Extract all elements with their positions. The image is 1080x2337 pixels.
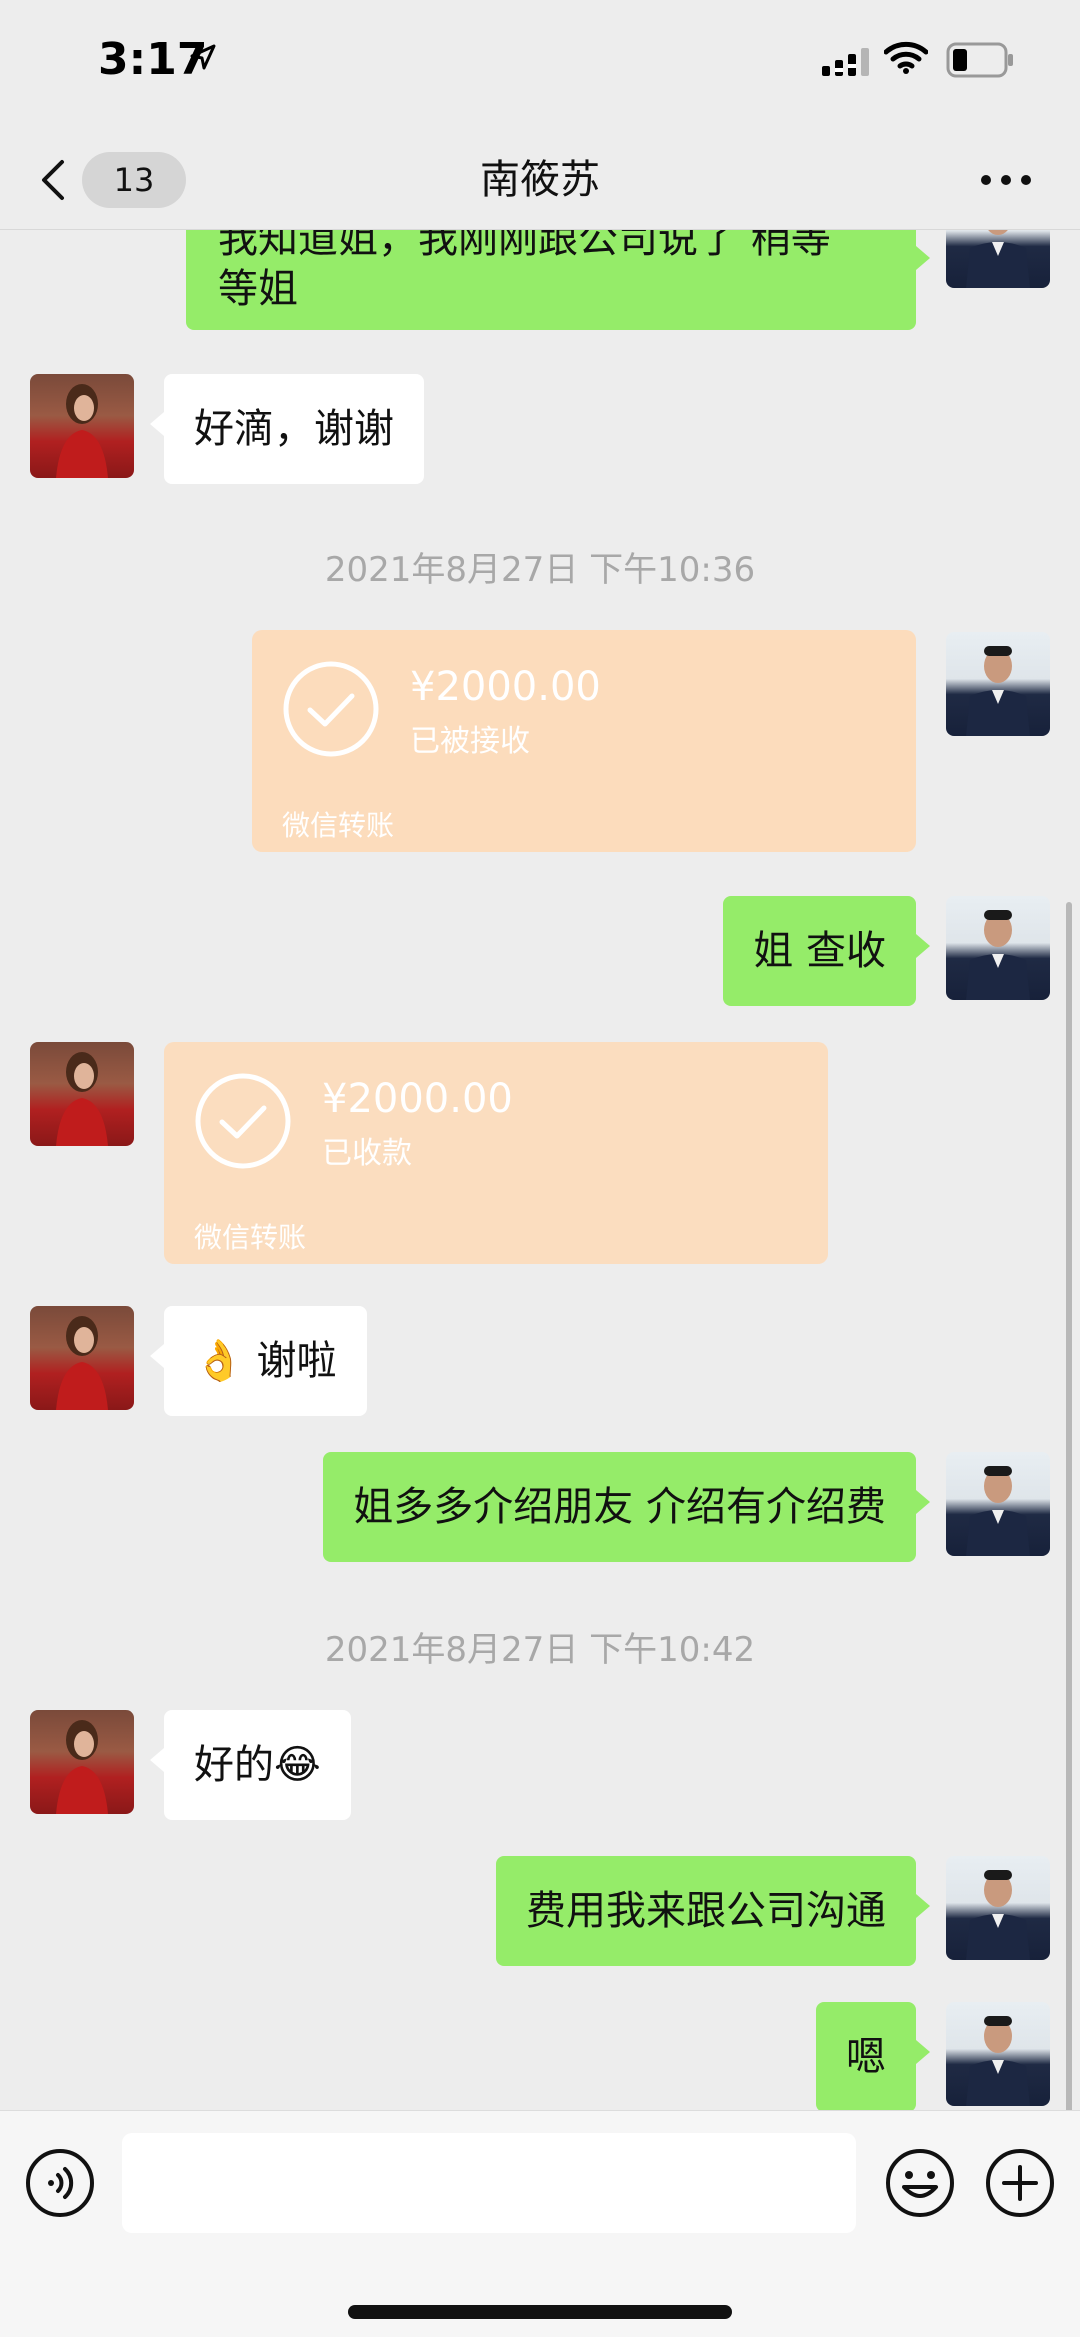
transfer-label: 微信转账 (194, 1221, 307, 1254)
emoji-button[interactable] (884, 2147, 956, 2223)
chat-header: 13 南筱苏 (0, 130, 1080, 230)
transfer-amount: ¥2000.00 (322, 1076, 513, 1122)
check-circle-icon (194, 1072, 292, 1174)
avatar-self[interactable] (946, 896, 1050, 1000)
transfer-status: 已被接收 (410, 724, 530, 759)
more-button[interactable] (980, 160, 1040, 200)
avatar-self[interactable] (946, 1856, 1050, 1960)
avatar-contact[interactable] (30, 1042, 134, 1146)
message-text-line: 我知道姐，我刚刚跟公司说了 稍等 (218, 230, 831, 262)
transfer-card-incoming[interactable]: ¥2000.00 已收款 微信转账 (164, 1042, 828, 1264)
scrollbar[interactable] (1066, 902, 1072, 2110)
message-bubble-outgoing[interactable]: 我知道姐，我刚刚跟公司说了 稍等 等姐 (186, 230, 930, 330)
back-button[interactable]: 13 (30, 148, 186, 212)
plus-icon (984, 2149, 1056, 2223)
message-timestamp: 2021年8月27日 下午10:42 (324, 1630, 756, 1670)
message-bubble-incoming[interactable]: 👌 谢啦 (150, 1306, 367, 1416)
more-actions-button[interactable] (984, 2147, 1056, 2223)
location-arrow-icon (190, 44, 216, 74)
message-bubble-outgoing[interactable]: 费用我来跟公司沟通 (496, 1856, 930, 1966)
input-bar (0, 2110, 1080, 2337)
avatar-contact[interactable] (30, 1306, 134, 1410)
back-chevron-icon (38, 158, 68, 206)
message-text-line: 等姐 (218, 266, 298, 312)
message-timestamp: 2021年8月27日 下午10:36 (324, 550, 756, 590)
cellular-signal-icon (822, 46, 874, 80)
battery-icon (946, 42, 1016, 82)
message-bubble-incoming[interactable]: 好滴，谢谢 (150, 374, 424, 484)
avatar-self[interactable] (946, 1452, 1050, 1556)
emoji-icon (884, 2149, 956, 2223)
check-circle-icon (282, 660, 380, 762)
message-bubble-outgoing[interactable]: 嗯 (816, 2002, 930, 2110)
voice-button[interactable] (24, 2147, 96, 2223)
transfer-amount: ¥2000.00 (410, 664, 601, 710)
avatar-self[interactable] (946, 230, 1050, 288)
message-bubble-outgoing[interactable]: 姐多多介绍朋友 介绍有介绍费 (323, 1452, 930, 1562)
message-list[interactable]: 我知道姐，我刚刚跟公司说了 稍等 等姐 好滴，谢谢 2021年8月27日 下午1… (0, 230, 1080, 2110)
transfer-label: 微信转账 (282, 809, 395, 842)
avatar-contact[interactable] (30, 1710, 134, 1814)
status-bar: 3:17 (0, 0, 1080, 130)
home-indicator[interactable] (348, 2305, 732, 2319)
transfer-status: 已收款 (322, 1136, 412, 1171)
message-input[interactable] (122, 2133, 856, 2233)
message-bubble-incoming[interactable]: 好的😂 (150, 1710, 351, 1820)
more-dots-icon (980, 175, 1032, 204)
unread-count-badge: 13 (82, 152, 186, 208)
voice-icon (24, 2149, 96, 2223)
message-bubble-outgoing[interactable]: 姐 查收 (723, 896, 930, 1006)
avatar-self[interactable] (946, 632, 1050, 736)
avatar-contact[interactable] (30, 374, 134, 478)
wifi-icon (883, 40, 929, 78)
transfer-card-outgoing[interactable]: ¥2000.00 已被接收 微信转账 (252, 630, 916, 852)
avatar-self[interactable] (946, 2002, 1050, 2106)
